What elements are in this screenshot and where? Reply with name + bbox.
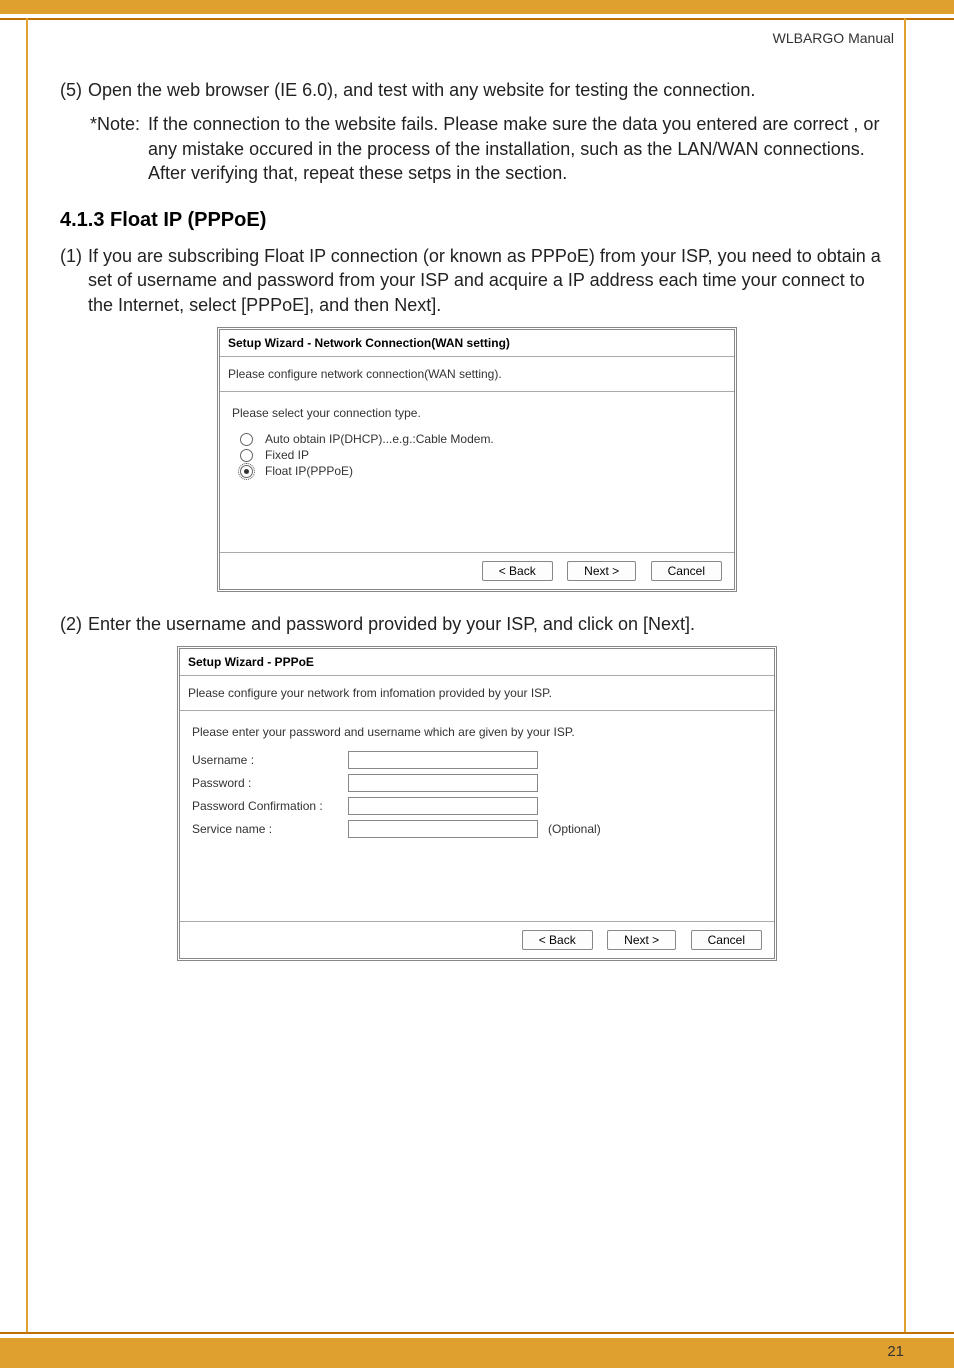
bottom-accent-bar: 21: [0, 1334, 954, 1368]
username-row: Username :: [192, 751, 762, 769]
note-block: *Note: If the connection to the website …: [90, 112, 894, 185]
right-accent-line: [904, 18, 906, 1334]
dialog1-subtitle: Please configure network connection(WAN …: [220, 357, 734, 392]
username-label: Username :: [192, 753, 342, 767]
dialog1-title: Setup Wizard - Network Connection(WAN se…: [220, 330, 734, 357]
radio-icon: [240, 449, 253, 462]
doc-title: WLBARGO Manual: [773, 30, 894, 46]
password-confirm-label: Password Confirmation :: [192, 799, 342, 813]
section-heading: 4.1.3 Float IP (PPPoE): [60, 209, 894, 232]
radio-label-pppoe: Float IP(PPPoE): [265, 464, 353, 478]
dialog1-prompt: Please select your connection type.: [232, 406, 722, 420]
back-button[interactable]: < Back: [482, 561, 553, 581]
radio-label-dhcp: Auto obtain IP(DHCP)...e.g.:Cable Modem.: [265, 432, 494, 446]
radio-label-fixed: Fixed IP: [265, 448, 309, 462]
password-input[interactable]: [348, 774, 538, 792]
dialog2-prompt: Please enter your password and username …: [192, 725, 762, 739]
radio-option-pppoe[interactable]: Float IP(PPPoE): [240, 464, 722, 478]
step-1-text: If you are subscribing Float IP connecti…: [88, 244, 894, 317]
radio-option-dhcp[interactable]: Auto obtain IP(DHCP)...e.g.:Cable Modem.: [240, 432, 722, 446]
radio-option-fixed[interactable]: Fixed IP: [240, 448, 722, 462]
wizard-dialog-wan: Setup Wizard - Network Connection(WAN se…: [217, 327, 737, 592]
wizard-dialog-pppoe: Setup Wizard - PPPoE Please configure yo…: [177, 646, 777, 961]
step-2-text: Enter the username and password provided…: [88, 612, 894, 636]
back-button[interactable]: < Back: [522, 930, 593, 950]
username-input[interactable]: [348, 751, 538, 769]
service-input[interactable]: [348, 820, 538, 838]
note-label: *Note:: [90, 112, 140, 185]
radio-icon: [240, 433, 253, 446]
step-1-num: (1): [60, 244, 82, 317]
page-number: 21: [887, 1343, 904, 1360]
service-label: Service name :: [192, 822, 342, 836]
password-label: Password :: [192, 776, 342, 790]
step-5: (5) Open the web browser (IE 6.0), and t…: [60, 78, 894, 102]
cancel-button[interactable]: Cancel: [651, 561, 722, 581]
note-text: If the connection to the website fails. …: [148, 112, 894, 185]
password-confirm-input[interactable]: [348, 797, 538, 815]
radio-icon-selected: [240, 465, 253, 478]
dialog2-subtitle: Please configure your network from infom…: [180, 676, 774, 711]
password-confirm-row: Password Confirmation :: [192, 797, 762, 815]
left-accent-line: [26, 18, 28, 1334]
step-5-text: Open the web browser (IE 6.0), and test …: [88, 78, 894, 102]
next-button[interactable]: Next >: [607, 930, 676, 950]
password-row: Password :: [192, 774, 762, 792]
optional-note: (Optional): [548, 822, 601, 836]
step-5-num: (5): [60, 78, 82, 102]
service-row: Service name : (Optional): [192, 820, 762, 838]
top-accent-bar: [0, 0, 954, 18]
next-button[interactable]: Next >: [567, 561, 636, 581]
step-2-num: (2): [60, 612, 82, 636]
dialog2-title: Setup Wizard - PPPoE: [180, 649, 774, 676]
step-1: (1) If you are subscribing Float IP conn…: [60, 244, 894, 317]
step-2: (2) Enter the username and password prov…: [60, 612, 894, 636]
cancel-button[interactable]: Cancel: [691, 930, 762, 950]
